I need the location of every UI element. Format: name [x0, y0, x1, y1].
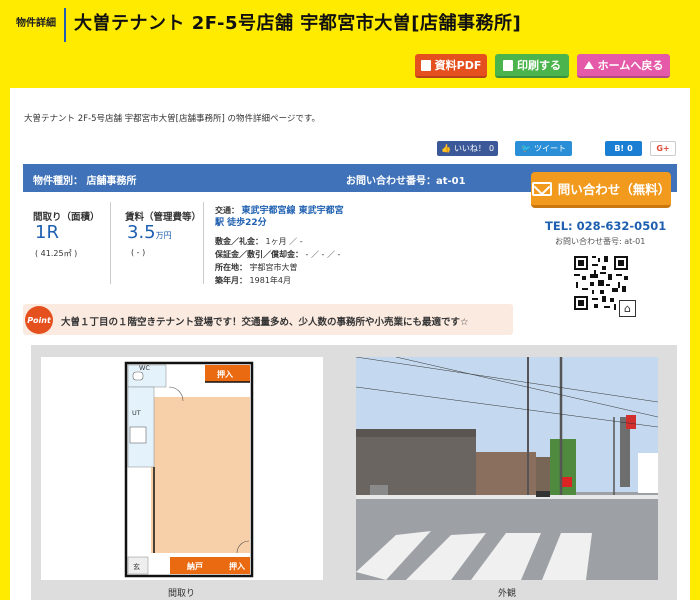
page-header: 物件詳細 大曽テナント 2F-5号店舗 宇都宮市大曽[店舗事務所] 資料PDF …: [0, 0, 700, 88]
inquiry-button-label: 問い合わせ（無料）: [557, 182, 671, 197]
deposit-value: 1ヶ月 ／ -: [265, 237, 303, 246]
rent-unit: 万円: [155, 231, 172, 240]
column-divider: [203, 202, 204, 284]
ut-label: UT: [132, 409, 141, 417]
home-icon: ⌂: [619, 300, 636, 317]
column-divider: [110, 202, 111, 284]
built-row: 築年月： 1981年4月: [215, 275, 291, 286]
pdf-button-label: 資料PDF: [434, 59, 482, 72]
deposit-row: 敷金／礼金： 1ヶ月 ／ -: [215, 236, 303, 247]
point-text: 大曽１丁目の１階空きテナント登場です！交通量多め、少人数の事務所や小売業にも最適…: [61, 317, 469, 328]
built-label: 築年月：: [215, 276, 247, 285]
home-button-label: ホームへ戻る: [597, 59, 664, 72]
address-value: 宇都宮市大曽: [249, 263, 298, 272]
built-value: 1981年4月: [249, 276, 291, 285]
bird-icon: 🐦: [521, 144, 531, 153]
gplus-label: G+: [656, 144, 670, 153]
phone-number[interactable]: TEL: 028-632-0501: [545, 219, 666, 233]
tweet-label: ツイート: [533, 144, 566, 153]
property-type: 物件種別： 店舗事務所: [33, 176, 137, 187]
header-label: 物件詳細: [16, 18, 56, 29]
home-button[interactable]: ホームへ戻る: [577, 54, 670, 78]
page-description: 大曽テナント 2F-5号店舗 宇都宮市大曽[店舗事務所] の物件詳細ページです。: [24, 114, 320, 124]
google-plus-button[interactable]: G+: [650, 141, 676, 156]
exterior-photo[interactable]: [356, 357, 658, 580]
hatena-count: 0: [627, 144, 633, 153]
deposit-label: 敷金／礼金：: [215, 237, 263, 246]
photo-gallery: WC UT 押入 納戸 押入 玄 間取り 外観: [31, 345, 677, 600]
rent-value-wrap: 3.5万円: [127, 222, 172, 243]
pdf-button[interactable]: 資料PDF: [415, 54, 487, 78]
layout-value: 1R: [35, 222, 59, 243]
print-button[interactable]: 印刷する: [495, 54, 569, 78]
rent-fee: ( - ): [131, 248, 146, 257]
property-panel: 大曽テナント 2F-5号店舗 宇都宮市大曽[店舗事務所] の物件詳細ページです。…: [10, 88, 690, 600]
hatena-bookmark-button[interactable]: B! 0: [605, 141, 642, 156]
point-badge: Point: [25, 306, 53, 334]
facebook-like-button[interactable]: 👍 いいね！ 0: [437, 141, 498, 156]
inquiry-button[interactable]: 問い合わせ（無料）: [531, 172, 671, 208]
wc-label: WC: [139, 364, 150, 372]
arrow-up-icon: [583, 61, 594, 69]
like-label: いいね！: [453, 144, 486, 153]
traffic-value-cont: 駅 徒歩22分: [215, 218, 267, 228]
envelope-icon: [531, 181, 552, 196]
guarantee-value: - ／ - ／ -: [305, 250, 341, 259]
page-title: 大曽テナント 2F-5号店舗 宇都宮市大曽[店舗事務所]: [74, 13, 522, 34]
inquiry-number: お問い合わせ番号: at-01: [555, 237, 646, 246]
rent-value: 3.5: [127, 222, 156, 243]
entrance-label: 玄: [133, 562, 140, 571]
area-value: ( 41.25㎡ ): [35, 249, 78, 258]
inquiry-number-header: お問い合わせ番号：at-01: [346, 176, 466, 187]
oshiire-top-label: 押入: [217, 369, 233, 379]
floorplan-image[interactable]: WC UT 押入 納戸 押入 玄: [41, 357, 323, 580]
printer-icon: [503, 59, 513, 71]
print-button-label: 印刷する: [517, 59, 561, 72]
floorplan-caption: 間取り: [168, 589, 196, 599]
point-banner: Point 大曽１丁目の１階空きテナント登場です！交通量多め、少人数の事務所や小…: [23, 304, 513, 335]
exterior-caption: 外観: [498, 589, 517, 599]
address-row: 所在地： 宇都宮市大曽: [215, 262, 298, 273]
oshiire-bottom-label: 押入: [229, 561, 245, 571]
tweet-button[interactable]: 🐦 ツイート: [515, 141, 572, 156]
document-icon: [420, 59, 431, 71]
address-label: 所在地：: [215, 263, 247, 272]
rent-label: 賃料（管理費等）: [125, 212, 202, 223]
header-divider: [64, 8, 66, 42]
hatena-label: B!: [614, 144, 625, 153]
like-count: 0: [488, 144, 495, 153]
nando-label: 納戸: [187, 561, 203, 571]
guarantee-row: 保証金／敷引／償却金： - ／ - ／ -: [215, 249, 340, 260]
thumbs-up-icon: 👍: [440, 144, 451, 153]
layout-label: 間取り（面積）: [33, 212, 100, 223]
guarantee-label: 保証金／敷引／償却金：: [215, 250, 303, 259]
